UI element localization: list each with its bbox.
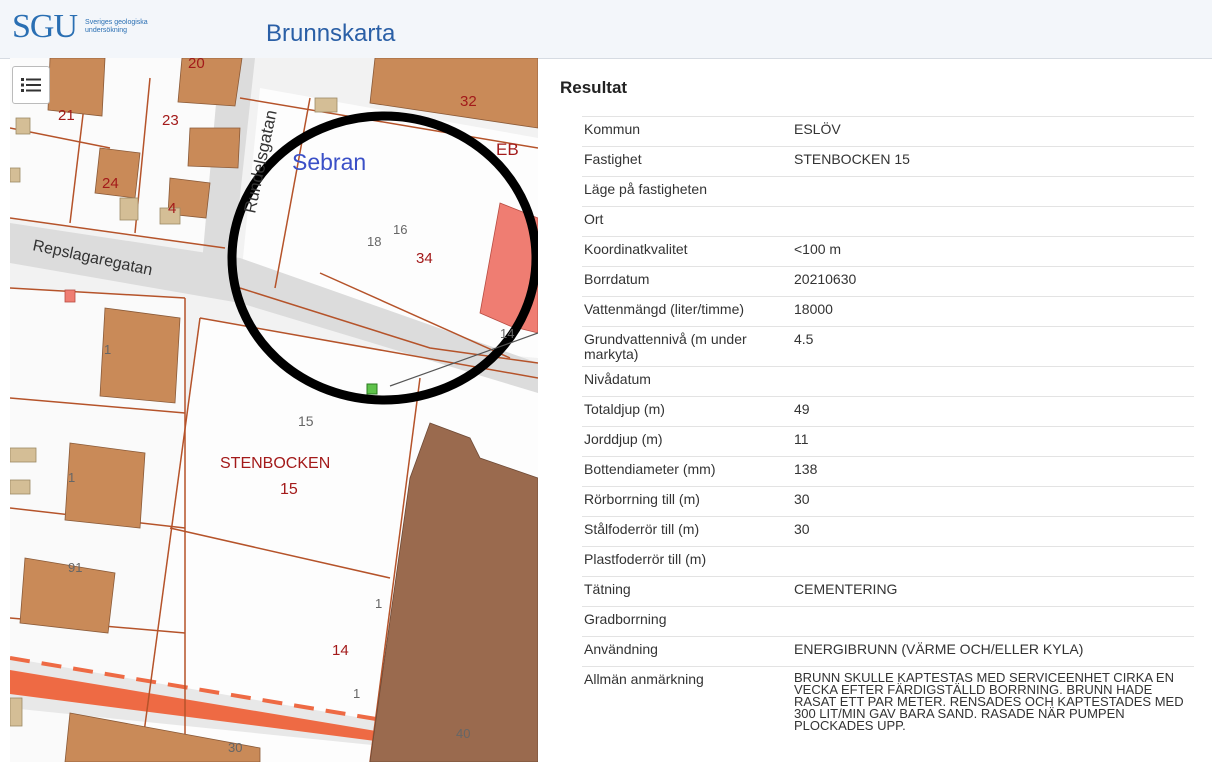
result-row: Allmän anmärkning BRUNN SKULLE KAPTESTAS … bbox=[582, 666, 1194, 736]
row-value: <100 m bbox=[794, 241, 842, 257]
row-value: 11 bbox=[794, 431, 809, 447]
block-label-stenbocken: STENBOCKEN bbox=[220, 455, 330, 472]
block-label-sebran: Sebran bbox=[292, 149, 366, 175]
result-row: Bottendiameter (mm) 138 bbox=[582, 456, 1194, 486]
label-fragment-1c: 1 bbox=[375, 596, 382, 611]
label-fragment-1d: 1 bbox=[353, 686, 360, 701]
row-key: Ort bbox=[584, 211, 604, 227]
row-value bbox=[794, 207, 1194, 236]
result-row: Jorddjup (m) 11 bbox=[582, 426, 1194, 456]
row-key: Stålfoderrör till (m) bbox=[584, 521, 700, 537]
result-row: Fastighet STENBOCKEN 15 bbox=[582, 146, 1194, 176]
row-value: 30 bbox=[794, 521, 810, 537]
lot-label-24: 24 bbox=[102, 175, 119, 192]
lot-label-21: 21 bbox=[58, 107, 75, 124]
result-row: Kommun ESLÖV bbox=[582, 116, 1194, 146]
result-row: Läge på fastigheten bbox=[582, 176, 1194, 206]
row-key: Läge på fastigheten bbox=[584, 181, 707, 197]
row-key: Vattenmängd (liter/timme) bbox=[584, 301, 745, 317]
row-key: Plastfoderrör till (m) bbox=[584, 551, 707, 567]
result-row: Ort bbox=[582, 206, 1194, 236]
row-key: Rörborrning till (m) bbox=[584, 491, 700, 507]
row-value: 20210630 bbox=[794, 271, 857, 287]
map-canvas[interactable]: Rundelsgatan Repslagaregatan Sebran STEN… bbox=[10, 58, 538, 762]
row-value: 138 bbox=[794, 461, 818, 477]
row-value bbox=[794, 607, 1194, 636]
app-title: Brunnskarta bbox=[266, 20, 396, 47]
result-row: Grundvattennivå (m under markyta) 4.5 bbox=[582, 326, 1194, 366]
result-row: Stålfoderrör till (m) 30 bbox=[582, 516, 1194, 546]
result-row: Gradborrning bbox=[582, 606, 1194, 636]
lot-label-18: 18 bbox=[367, 234, 381, 249]
result-panel: Resultat Kommun ESLÖV Fastighet STENBOCKEN… bbox=[538, 66, 1212, 762]
row-value bbox=[794, 367, 1194, 396]
row-key: Bottendiameter (mm) bbox=[584, 461, 716, 477]
app-header: SGU Sveriges geologiska undersökning Bru… bbox=[0, 0, 1212, 59]
row-key: Kommun bbox=[584, 121, 641, 137]
row-value: 18000 bbox=[794, 301, 833, 317]
row-key: Allmän anmärkning bbox=[584, 671, 704, 687]
result-row: Borrdatum 20210630 bbox=[582, 266, 1194, 296]
result-table: Kommun ESLÖV Fastighet STENBOCKEN 15 Läge … bbox=[582, 116, 1194, 736]
row-value: BRUNN SKULLE KAPTESTAS MED SERVICEENHET … bbox=[794, 670, 1184, 733]
panel-title: Resultat bbox=[560, 78, 628, 97]
row-key: Användning bbox=[584, 641, 658, 657]
row-value: 49 bbox=[794, 401, 810, 417]
lot-label-16: 16 bbox=[393, 222, 407, 237]
row-key: Jorddjup (m) bbox=[584, 431, 663, 447]
row-key: Nivådatum bbox=[584, 371, 651, 387]
lot-label-15: 15 bbox=[298, 413, 314, 429]
list-icon bbox=[21, 78, 41, 92]
row-key: Borrdatum bbox=[584, 271, 650, 287]
lot-label-32: 32 bbox=[460, 93, 477, 110]
label-fragment-1b: 1 bbox=[68, 470, 75, 485]
row-value: ENERGIBRUNN (VÄRME OCH/ELLER KYLA) bbox=[794, 641, 1084, 657]
row-key: Fastighet bbox=[584, 151, 642, 167]
result-row: Koordinatkvalitet <100 m bbox=[582, 236, 1194, 266]
lot-label-4: 4 bbox=[168, 200, 176, 217]
map-view[interactable]: Rundelsgatan Repslagaregatan Sebran STEN… bbox=[10, 58, 538, 762]
row-key: Koordinatkvalitet bbox=[584, 241, 688, 257]
lot-label-34: 34 bbox=[416, 250, 433, 267]
lot-label-23: 23 bbox=[162, 112, 179, 129]
row-key: Gradborrning bbox=[584, 611, 667, 627]
layer-menu-button[interactable] bbox=[12, 66, 50, 104]
row-value: 4.5 bbox=[794, 331, 814, 347]
row-value bbox=[794, 177, 1194, 206]
lot-label-14-small: 14 bbox=[500, 326, 514, 341]
sgu-logo[interactable]: SGU Sveriges geologiska undersökning bbox=[12, 10, 155, 44]
row-value: CEMENTERING bbox=[794, 581, 898, 597]
row-value: STENBOCKEN 15 bbox=[794, 151, 910, 167]
lot-label-20: 20 bbox=[188, 58, 205, 72]
result-row: Vattenmängd (liter/timme) 18000 bbox=[582, 296, 1194, 326]
well-marker[interactable] bbox=[366, 383, 378, 395]
row-value: 30 bbox=[794, 491, 810, 507]
row-key: Grundvattennivå (m under markyta) bbox=[584, 331, 747, 362]
result-row: Användning ENERGIBRUNN (VÄRME OCH/ELLER K… bbox=[582, 636, 1194, 666]
logo-text: SGU bbox=[12, 8, 78, 45]
result-row: Nivådatum bbox=[582, 366, 1194, 396]
label-fragment-1a: 1 bbox=[104, 342, 111, 357]
label-fragment-40: 40 bbox=[456, 726, 470, 741]
block-label-stenbocken-number: 15 bbox=[280, 481, 298, 498]
label-eb-fragment: EB bbox=[496, 140, 519, 159]
logo-subtitle: Sveriges geologiska undersökning bbox=[85, 19, 148, 34]
label-fragment-91: 91 bbox=[68, 560, 82, 575]
result-row: Tätning CEMENTERING bbox=[582, 576, 1194, 606]
row-value: ESLÖV bbox=[794, 121, 841, 137]
row-key: Totaldjup (m) bbox=[584, 401, 665, 417]
lot-label-14: 14 bbox=[332, 642, 349, 659]
label-fragment-30: 30 bbox=[228, 740, 242, 755]
result-row: Totaldjup (m) 49 bbox=[582, 396, 1194, 426]
result-row: Rörborrning till (m) 30 bbox=[582, 486, 1194, 516]
row-value bbox=[794, 547, 1194, 576]
row-key: Tätning bbox=[584, 581, 631, 597]
result-row: Plastfoderrör till (m) bbox=[582, 546, 1194, 576]
